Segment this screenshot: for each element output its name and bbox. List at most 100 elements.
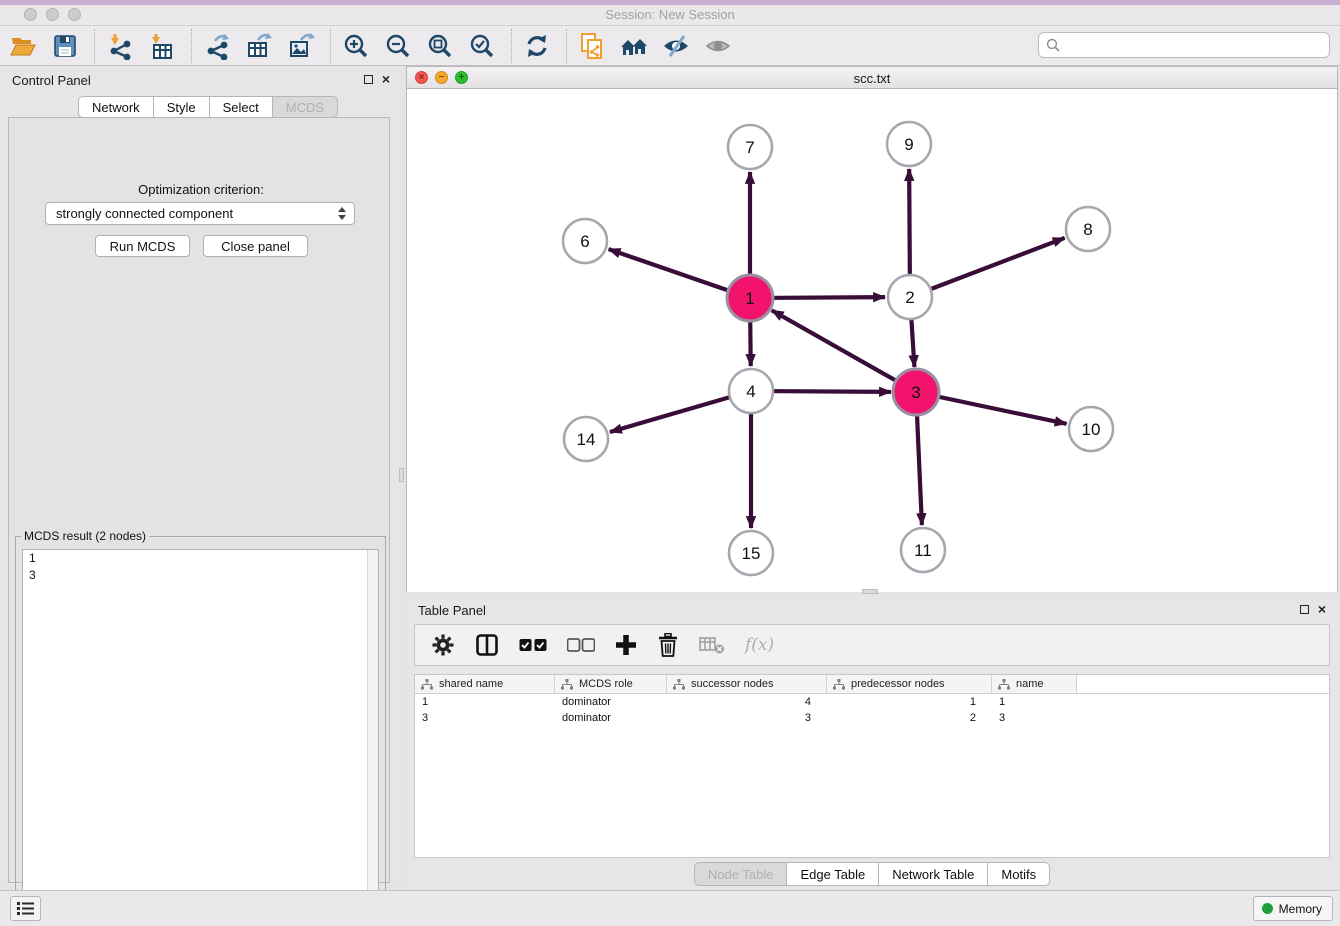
network-canvas[interactable]: 7 9 6 8 1 2 4 3 14 10 15 11	[407, 89, 1337, 592]
node-11[interactable]: 11	[901, 528, 945, 572]
node-label-2: 2	[905, 288, 914, 307]
node-1[interactable]: 1	[727, 275, 773, 321]
search-input[interactable]	[1065, 35, 1329, 55]
node-label-11: 11	[914, 541, 932, 560]
table-cell[interactable]: 4	[667, 694, 827, 710]
zoom-out-icon[interactable]	[383, 29, 413, 63]
tab-style[interactable]: Style	[154, 96, 210, 118]
mcds-result-item: 1	[23, 550, 378, 567]
task-history-button[interactable]	[10, 896, 41, 921]
tab-mcds[interactable]: MCDS	[273, 96, 338, 118]
tab-network[interactable]: Network	[78, 96, 154, 118]
show-all-icon[interactable]	[703, 29, 733, 63]
node-label-1: 1	[745, 289, 754, 308]
table-cell[interactable]: 3	[415, 710, 555, 726]
run-mcds-button[interactable]: Run MCDS	[95, 235, 190, 257]
table-cell[interactable]: 1	[415, 694, 555, 710]
titlebar-accent-strip	[0, 0, 1340, 5]
export-table-icon[interactable]	[244, 29, 274, 63]
column-header-name[interactable]: name	[992, 675, 1077, 693]
node-label-7: 7	[745, 138, 754, 157]
duplicate-network-icon[interactable]	[577, 29, 607, 63]
open-session-icon[interactable]	[8, 29, 38, 63]
node-14[interactable]: 14	[564, 417, 608, 461]
show-column-panel-icon[interactable]	[475, 629, 499, 661]
memory-button[interactable]: Memory	[1253, 896, 1333, 921]
tab-select[interactable]: Select	[210, 96, 273, 118]
tab-network-table[interactable]: Network Table	[879, 862, 988, 886]
table-cell[interactable]: 1	[992, 694, 1077, 710]
node-label-8: 8	[1083, 220, 1092, 239]
result-scrollbar[interactable]	[367, 550, 378, 907]
toolbar-separator	[191, 29, 192, 63]
table-row[interactable]: 1dominator411	[415, 694, 1329, 710]
close-table-panel-icon[interactable]: ×	[1318, 603, 1326, 615]
import-table-icon[interactable]	[147, 29, 177, 63]
session-title: Session: New Session	[0, 7, 1340, 22]
node-9[interactable]: 9	[887, 122, 931, 166]
search-box	[1038, 32, 1330, 58]
status-bar: Memory	[0, 890, 1340, 926]
memory-status-dot	[1262, 903, 1273, 914]
table-cell[interactable]: 3	[667, 710, 827, 726]
vertical-splitter-handle[interactable]	[399, 468, 404, 482]
table-cell[interactable]: 3	[992, 710, 1077, 726]
import-network-icon[interactable]	[105, 29, 135, 63]
network-window-titlebar[interactable]: × − + scc.txt	[407, 67, 1337, 89]
table-cell[interactable]: dominator	[555, 694, 667, 710]
node-8[interactable]: 8	[1066, 207, 1110, 251]
toolbar-separator	[566, 29, 567, 63]
dropdown-stepper-icon	[338, 207, 346, 220]
node-label-6: 6	[580, 232, 589, 251]
table-cell[interactable]: dominator	[555, 710, 667, 726]
table-settings-gear-icon[interactable]	[431, 629, 455, 661]
float-panel-icon[interactable]	[364, 75, 373, 84]
mcds-result-list[interactable]: 13	[22, 549, 379, 908]
zoom-selected-icon[interactable]	[467, 29, 497, 63]
tab-motifs[interactable]: Motifs	[988, 862, 1050, 886]
unselect-all-columns-icon[interactable]	[567, 629, 595, 661]
network-view-window: × − + scc.txt 7 9 6 8 1 2 4 3 14 10 15 11	[406, 66, 1338, 592]
select-all-columns-icon[interactable]	[519, 629, 547, 661]
table-cell[interactable]: 2	[827, 710, 992, 726]
column-header-mcds-role[interactable]: MCDS role	[555, 675, 667, 693]
add-column-icon[interactable]	[615, 629, 637, 661]
horizontal-splitter-handle[interactable]	[862, 589, 878, 594]
table-row[interactable]: 3dominator323	[415, 710, 1329, 726]
first-neighbors-icon[interactable]	[619, 29, 649, 63]
close-panel-icon[interactable]: ×	[382, 73, 390, 85]
column-header-successor-nodes[interactable]: successor nodes	[667, 675, 827, 693]
export-network-icon[interactable]	[202, 29, 232, 63]
node-15[interactable]: 15	[729, 531, 773, 575]
node-2[interactable]: 2	[888, 275, 932, 319]
zoom-in-icon[interactable]	[341, 29, 371, 63]
close-panel-button[interactable]: Close panel	[203, 235, 308, 257]
hide-selected-icon[interactable]	[661, 29, 691, 63]
table-toolbar: f(x)	[414, 624, 1330, 666]
main-toolbar	[0, 26, 1340, 66]
mcds-result-item: 3	[23, 567, 378, 584]
node-4[interactable]: 4	[729, 369, 773, 413]
tab-edge-table[interactable]: Edge Table	[787, 862, 879, 886]
node-3[interactable]: 3	[893, 369, 939, 415]
tab-node-table[interactable]: Node Table	[694, 862, 788, 886]
save-session-icon[interactable]	[50, 29, 80, 63]
node-10[interactable]: 10	[1069, 407, 1113, 451]
zoom-fit-icon[interactable]	[425, 29, 455, 63]
float-table-panel-icon[interactable]	[1300, 605, 1309, 614]
node-6[interactable]: 6	[563, 219, 607, 263]
search-icon	[1046, 38, 1060, 52]
delete-column-icon[interactable]	[657, 629, 679, 661]
apply-layout-icon[interactable]	[522, 29, 552, 63]
export-image-icon[interactable]	[286, 29, 316, 63]
column-header-shared-name[interactable]: shared name	[415, 675, 555, 693]
table-cell[interactable]: 1	[827, 694, 992, 710]
network-window-title: scc.txt	[407, 71, 1337, 86]
node-7[interactable]: 7	[728, 125, 772, 169]
node-label-10: 10	[1082, 420, 1101, 439]
edge-3-1[interactable]	[772, 310, 916, 392]
edge-2-8[interactable]	[910, 238, 1065, 297]
criterion-dropdown[interactable]: strongly connected component	[45, 202, 355, 225]
column-header-predecessor-nodes[interactable]: predecessor nodes	[827, 675, 992, 693]
criterion-value: strongly connected component	[56, 206, 233, 221]
